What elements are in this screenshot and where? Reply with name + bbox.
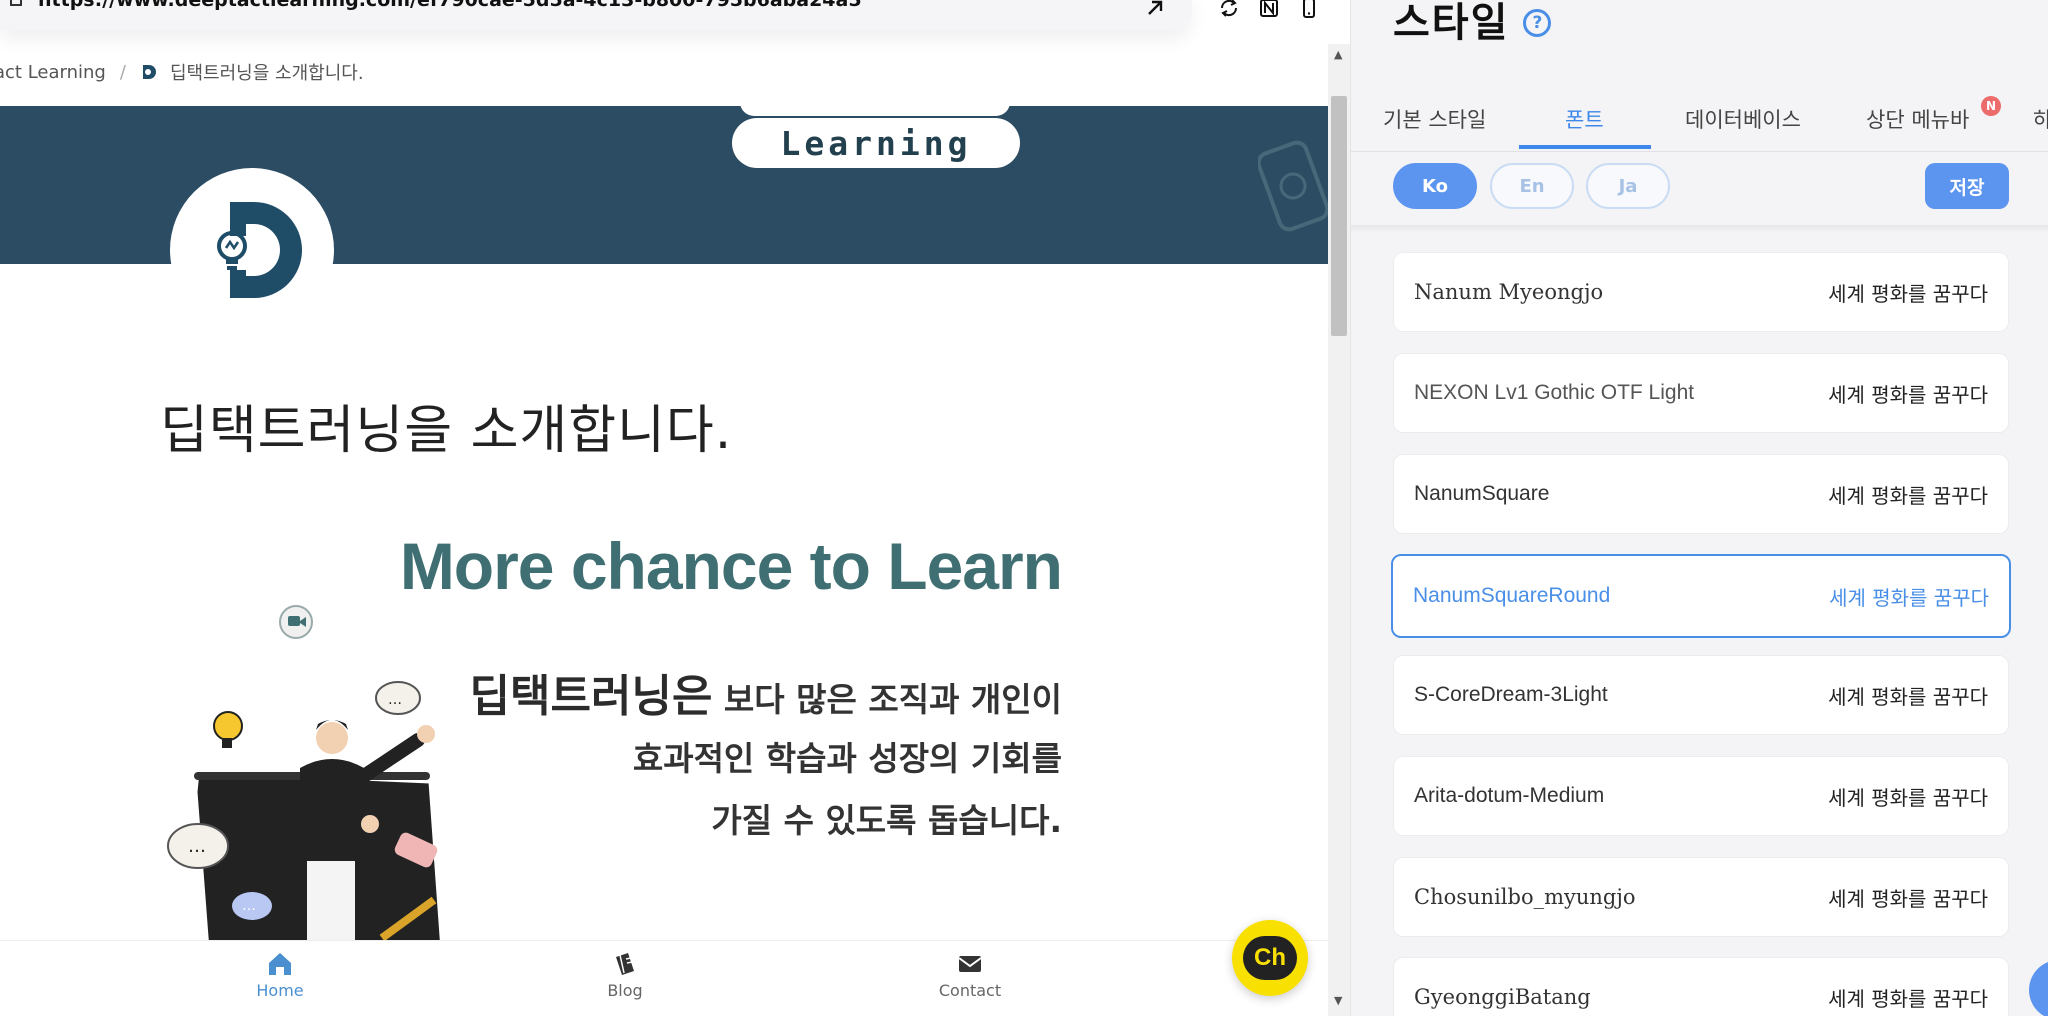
panel-header: 스타일 ? [1393, 0, 1552, 48]
tab-font[interactable]: 폰트 [1565, 104, 1604, 134]
font-name: Arita-dotum-Medium [1414, 784, 1605, 807]
help-icon[interactable]: ? [1523, 9, 1552, 37]
save-button[interactable]: 저장 [1925, 163, 2009, 209]
panel-floating-button[interactable] [2029, 960, 2048, 1016]
breadcrumb: act Learning / 딥택트러닝을 소개합니다. [0, 58, 364, 86]
font-sample: 세계 평화를 꿈꾸다 [1829, 585, 1989, 610]
font-sample: 세계 평화를 꿈꾸다 [1828, 785, 1988, 810]
home-icon [269, 953, 291, 975]
font-name: NanumSquareRound [1413, 584, 1611, 607]
url-field[interactable]: https://www.deeptactlearning.com/ef790ca… [0, 0, 1192, 30]
page-logo [170, 168, 334, 332]
font-sample: 세계 평화를 꿈꾸다 [1828, 986, 1988, 1011]
scroll-down-arrow-icon[interactable]: ▼ [1334, 994, 1342, 1007]
font-name: NEXON Lv1 Gothic OTF Light [1414, 381, 1695, 404]
svg-text:…: … [388, 692, 402, 708]
tab-basic-style[interactable]: 기본 스타일 [1383, 104, 1486, 134]
font-name: Chosunilbo_myungjo [1414, 885, 1636, 909]
description-line-3: 가질 수 있도록 돕습니다. [711, 801, 1062, 840]
font-option[interactable]: Chosunilbo_myungjo 세계 평화를 꿈꾸다 [1393, 857, 2009, 937]
svg-text:…: … [242, 898, 256, 914]
tab-database[interactable]: 데이터베이스 [1685, 104, 1801, 134]
font-option[interactable]: S-CoreDream-3Light 세계 평화를 꿈꾸다 [1393, 655, 2009, 735]
banner-pill-top [740, 106, 1010, 116]
lang-ja-button[interactable]: Ja [1586, 163, 1670, 209]
new-badge: N [1981, 96, 2001, 116]
tab-top-menubar[interactable]: 상단 메뉴바 [1866, 104, 1969, 134]
font-option[interactable]: Arita-dotum-Medium 세계 평화를 꿈꾸다 [1393, 756, 2009, 836]
font-name: Nanum Myeongjo [1414, 280, 1604, 304]
nav-contact[interactable]: Contact [910, 951, 1030, 1000]
deeptact-logo-icon [140, 63, 158, 81]
nav-blog-label: Blog [607, 981, 643, 1000]
learning-pill: Learning [732, 118, 1020, 168]
font-name: GyeonggiBatang [1414, 985, 1591, 1009]
svg-text:…: … [188, 836, 206, 857]
font-sample: 세계 평화를 꿈꾸다 [1828, 886, 1988, 911]
font-option[interactable]: NanumSquare 세계 평화를 꿈꾸다 [1393, 454, 2009, 534]
nav-home[interactable]: Home [220, 951, 340, 1000]
mail-icon [958, 956, 982, 972]
banner-decoration-icon [1258, 140, 1328, 232]
divider [1351, 225, 2048, 233]
lang-en-button[interactable]: En [1490, 163, 1574, 209]
scroll-up-arrow-icon[interactable]: ▲ [1334, 48, 1342, 61]
learning-text: Learning [780, 123, 972, 163]
font-name: S-CoreDream-3Light [1414, 683, 1608, 706]
url-text[interactable]: https://www.deeptactlearning.com/ef790ca… [38, 0, 862, 11]
tab-overflow[interactable]: 하 [2033, 104, 2048, 134]
preview-scrollbar[interactable]: ▲ ▼ [1328, 44, 1350, 1016]
breadcrumb-current[interactable]: 딥택트러닝을 소개합니다. [170, 59, 364, 85]
font-option[interactable]: GyeonggiBatang 세계 평화를 꿈꾸다 [1393, 957, 2009, 1016]
font-sample: 세계 평화를 꿈꾸다 [1828, 483, 1988, 508]
nav-blog[interactable]: Blog [565, 951, 685, 1000]
font-name: NanumSquare [1414, 482, 1550, 505]
presenter-illustration: … … … [167, 605, 444, 950]
font-option[interactable]: Nanum Myeongjo 세계 평화를 꿈꾸다 [1393, 252, 2009, 332]
bottom-navigation: Home Blog Contact [0, 940, 1328, 1016]
breadcrumb-separator: / [119, 61, 126, 83]
lang-ko-button[interactable]: Ko [1393, 163, 1477, 209]
font-option-selected[interactable]: NanumSquareRound 세계 평화를 꿈꾸다 [1391, 554, 2011, 638]
description-line-1-text: 보다 많은 조직과 개인이 [712, 680, 1062, 719]
description-line-2: 효과적인 학습과 성장의 기회를 [632, 739, 1062, 778]
book-icon [616, 953, 634, 975]
style-panel: 스타일 ? 기본 스타일 폰트 데이터베이스 상단 메뉴바 N 하 Ko En … [1350, 0, 2048, 1016]
deeptact-d-logo-icon [217, 202, 302, 298]
panel-title: 스타일 [1393, 0, 1510, 46]
font-sample: 세계 평화를 꿈꾸다 [1828, 684, 1988, 709]
url-bar: https://www.deeptactlearning.com/ef790ca… [0, 0, 1350, 44]
font-option[interactable]: NEXON Lv1 Gothic OTF Light 세계 평화를 꿈꾸다 [1393, 353, 2009, 433]
language-selector: Ko En Ja 저장 [1351, 153, 2048, 225]
active-tab-indicator [1519, 145, 1651, 149]
style-tabs: 기본 스타일 폰트 데이터베이스 상단 메뉴바 N 하 [1351, 96, 2048, 152]
site-preview: https://www.deeptactlearning.com/ef790ca… [0, 0, 1350, 1016]
page-title: 딥택트러닝을 소개합니다. [160, 401, 733, 461]
channel-chat-button[interactable]: Ch [1232, 920, 1308, 996]
nav-contact-label: Contact [938, 981, 1002, 1000]
open-external-icon[interactable] [1142, 0, 1168, 20]
notion-icon[interactable] [1256, 0, 1282, 20]
refresh-icon[interactable] [1216, 0, 1242, 20]
scroll-thumb[interactable] [1331, 96, 1347, 336]
font-sample: 세계 평화를 꿈꾸다 [1828, 382, 1988, 407]
nav-home-label: Home [256, 981, 304, 1000]
chat-icon: Ch [1243, 936, 1297, 980]
mobile-view-icon[interactable] [1296, 0, 1322, 20]
page-icon [10, 0, 22, 6]
font-sample: 세계 평화를 꿈꾸다 [1828, 281, 1988, 306]
breadcrumb-home[interactable]: act Learning [0, 62, 106, 83]
